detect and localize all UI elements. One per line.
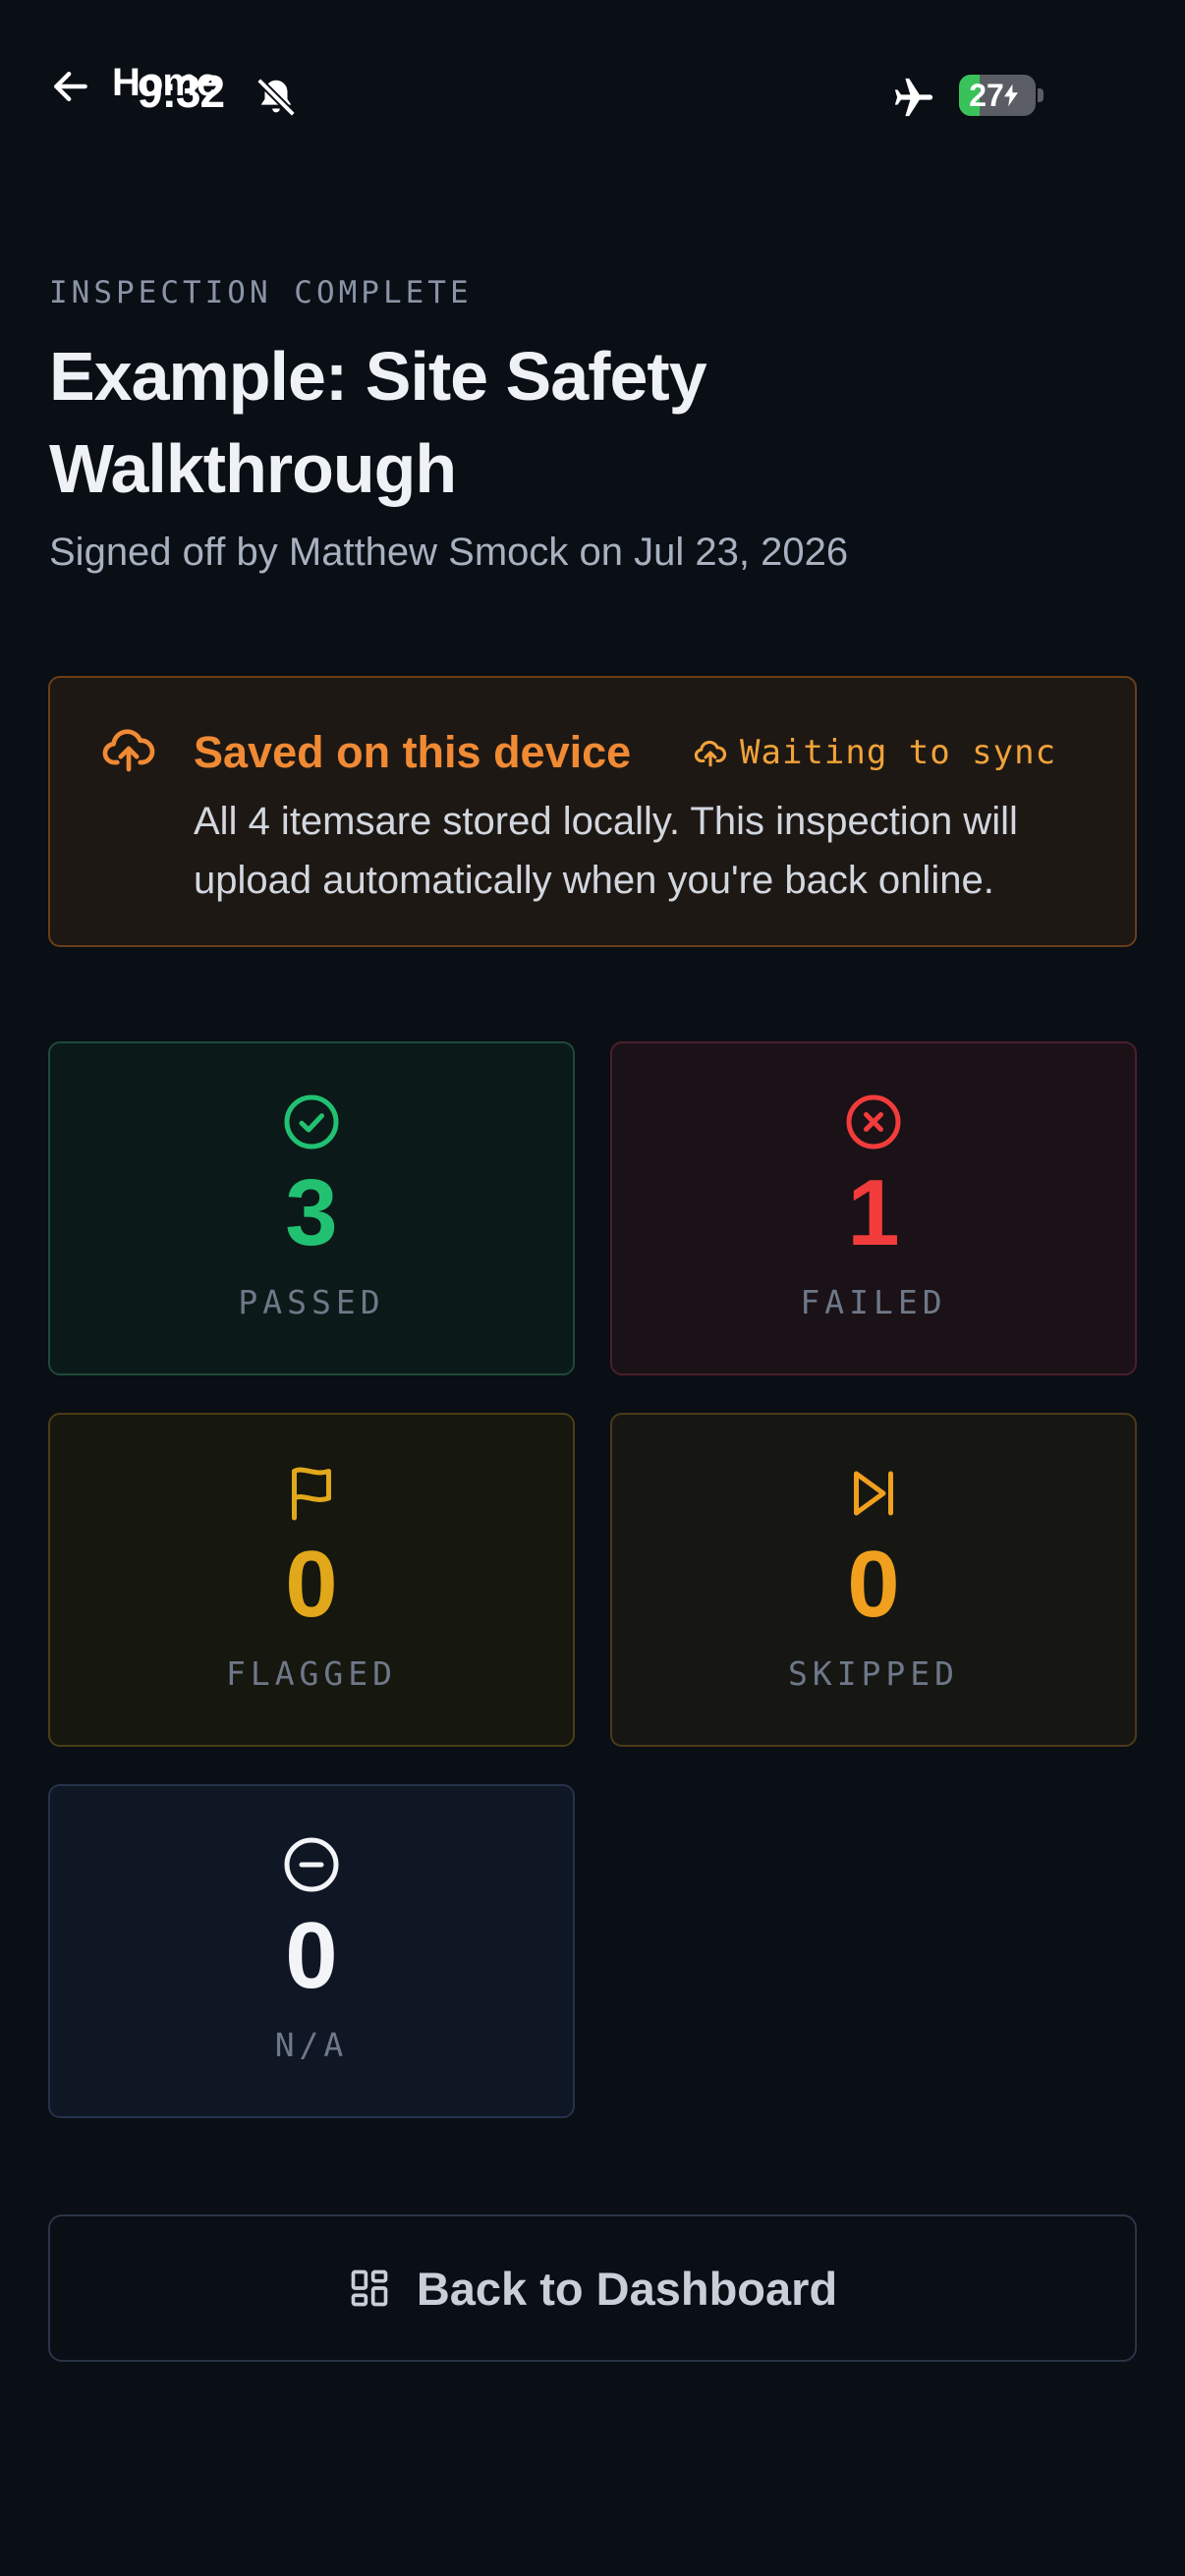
back-arrow-icon[interactable] — [49, 65, 92, 108]
signoff-subtitle: Signed off by Matthew Smock on Jul 23, 2… — [49, 531, 849, 574]
na-count: 0 — [285, 1903, 338, 2008]
battery-indicator: 27 — [959, 75, 1036, 116]
battery-level-text: 27 — [969, 77, 1004, 113]
x-circle-icon — [846, 1094, 901, 1149]
cloud-upload-small-icon — [694, 740, 727, 767]
banner-title: Saved on this device — [194, 727, 632, 777]
inspection-summary-screen: Home 9:32 27 INSPECTION COMPLETE Example… — [0, 0, 1185, 2576]
skip-forward-icon — [854, 1471, 893, 1516]
battery-nub — [1038, 88, 1044, 102]
sync-status-text: Waiting to sync — [740, 733, 1057, 772]
back-to-dashboard-label: Back to Dashboard — [416, 2262, 838, 2315]
check-circle-icon — [284, 1094, 339, 1149]
airplane-mode-icon — [894, 78, 933, 117]
failed-count: 1 — [847, 1160, 900, 1265]
minus-circle-icon — [284, 1837, 339, 1892]
dashboard-grid-icon — [351, 2269, 388, 2307]
failed-label: FAILED — [800, 1283, 947, 1321]
sync-status-badge: Waiting to sync — [693, 733, 1056, 772]
inspection-status-eyebrow: INSPECTION COMPLETE — [49, 275, 473, 310]
skipped-label: SKIPPED — [787, 1654, 960, 1693]
passed-stat-card: 3 PASSED — [48, 1041, 575, 1375]
flag-icon — [292, 1467, 331, 1521]
passed-count: 3 — [285, 1160, 338, 1265]
failed-stat-card: 1 FAILED — [610, 1041, 1137, 1375]
flagged-stat-card: 0 FLAGGED — [48, 1413, 575, 1747]
bell-muted-icon — [256, 78, 296, 117]
status-bar: Home 9:32 27 — [0, 0, 1185, 177]
banner-message: All 4 itemsare stored locally. This insp… — [194, 800, 1018, 902]
flagged-count: 0 — [285, 1532, 338, 1637]
back-to-dashboard-button[interactable]: Back to Dashboard — [48, 2214, 1137, 2362]
page-title: Example: Site Safety Walkthrough — [49, 338, 707, 507]
skipped-stat-card: 0 SKIPPED — [610, 1413, 1137, 1747]
cloud-upload-icon — [102, 729, 155, 772]
na-stat-card: 0 N/A — [48, 1784, 575, 2118]
passed-label: PASSED — [238, 1283, 385, 1321]
charging-bolt-icon — [1003, 84, 1018, 107]
flagged-label: FLAGGED — [225, 1654, 398, 1693]
skipped-count: 0 — [847, 1532, 900, 1637]
offline-saved-banner: Saved on this device Waiting to sync All… — [48, 676, 1137, 947]
status-time: 9:32 — [138, 66, 225, 117]
na-label: N/A — [274, 2026, 349, 2064]
